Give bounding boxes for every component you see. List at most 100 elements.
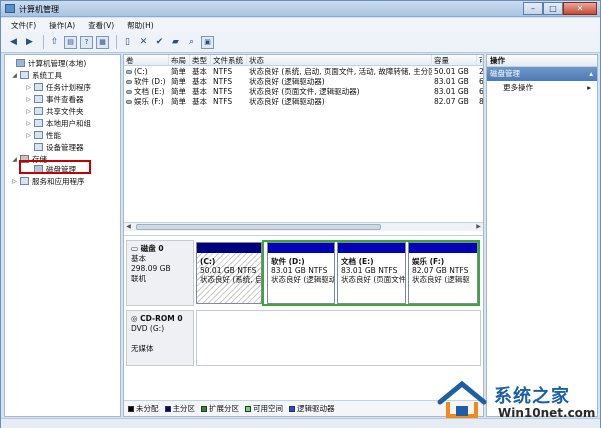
close-button[interactable]: ✕ — [563, 2, 597, 15]
users-icon — [34, 119, 43, 127]
column-header-volume[interactable]: 卷 — [124, 55, 169, 65]
disk0-type: 基本 — [131, 254, 146, 263]
show-hide-tree-icon[interactable]: ▤ — [64, 35, 77, 49]
menu-view[interactable]: 查看(V) — [88, 20, 114, 31]
legend-label: 可用空间 — [253, 404, 283, 413]
column-header-filesystem[interactable]: 文件系统 — [211, 55, 247, 65]
tree-item-label: 任务计划程序 — [46, 82, 91, 92]
volume-label: 娱乐 (F:) — [134, 96, 164, 106]
cdrom-info[interactable]: ◎ CD-ROM 0 DVD (G:) 无媒体 — [126, 310, 194, 366]
legend-swatch — [164, 405, 171, 412]
shared-folder-icon — [34, 107, 43, 115]
partition-text: 软件 (D:) 83.01 GB NTFS 状态良好 (逻辑驱动器 — [268, 253, 334, 284]
tree-item-label: 共享文件夹 — [46, 106, 84, 116]
tree-item-performance[interactable]: ▷ 性能 — [25, 129, 61, 141]
properties-icon[interactable]: ▦ — [96, 35, 109, 49]
column-header-layout[interactable]: 布局 — [169, 55, 190, 65]
menu-action[interactable]: 操作(A) — [49, 20, 75, 31]
table-row[interactable]: 文档 (E:) 简单 基本 NTFS 状态良好 (页面文件, 逻辑驱动器) 83… — [124, 86, 483, 96]
tree-item-shared-folders[interactable]: ▷ 共享文件夹 — [25, 105, 84, 117]
legend-swatch — [128, 405, 134, 412]
help-icon[interactable]: ? — [80, 35, 93, 49]
menu-help[interactable]: 帮助(H) — [127, 20, 154, 31]
partition-bar — [268, 243, 334, 253]
expand-icon[interactable]: ▷ — [11, 178, 18, 185]
tree-item-task-scheduler[interactable]: ▷ 任务计划程序 — [25, 81, 91, 93]
column-header-capacity[interactable]: 容量 — [432, 55, 477, 65]
title-bar[interactable]: 计算机管理 – □ ✕ — [1, 1, 600, 17]
legend-item: 主分区 — [164, 403, 195, 414]
actions-header: 操作 — [487, 55, 597, 67]
tree-item-label: 性能 — [46, 130, 61, 140]
tree-item-event-viewer[interactable]: ▷ 事件查看器 — [25, 93, 84, 105]
expand-icon[interactable]: ▷ — [25, 84, 32, 91]
volume-capacity: 82.07 GB — [434, 96, 469, 106]
horizontal-scrollbar[interactable]: ◀ ▶ — [124, 222, 483, 231]
disk-icon[interactable]: ▣ — [201, 35, 214, 49]
expand-icon[interactable]: ▷ — [25, 120, 32, 127]
watermark-brand: 系统之家 — [494, 386, 570, 407]
column-header-status[interactable]: 状态 — [247, 55, 432, 65]
partition-status: 状态良好 (逻辑驱动器 — [271, 275, 334, 284]
volume-list-header: 卷 布局 类型 文件系统 状态 容量 可 — [124, 55, 483, 66]
partition-text: 文档 (E:) 83.01 GB NTFS 状态良好 (页面文件 — [338, 253, 405, 284]
up-folder-icon[interactable]: ⇧ — [48, 36, 61, 49]
expand-icon[interactable]: ◢ — [11, 72, 18, 79]
maximize-button[interactable]: □ — [543, 2, 563, 15]
partition-body: (C:) 50.01 GB NTFS 状态良好 (系统, 启 — [197, 253, 261, 303]
more-actions-item[interactable]: 更多操作 ▸ — [487, 81, 597, 94]
cdrom-name-label: CD-ROM 0 — [140, 314, 183, 323]
column-header-type[interactable]: 类型 — [190, 55, 211, 65]
expand-icon[interactable]: ▷ — [25, 132, 32, 139]
event-viewer-icon — [34, 95, 43, 103]
expand-icon[interactable]: ◢ — [11, 156, 18, 163]
disk0-name-label: 磁盘 0 — [140, 244, 164, 253]
expand-icon[interactable]: ▷ — [25, 108, 32, 115]
open-folder-icon[interactable]: ▰ — [169, 36, 182, 49]
partition-c[interactable]: (C:) 50.01 GB NTFS 状态良好 (系统, 启 — [196, 242, 262, 304]
table-row[interactable]: 娱乐 (F:) 简单 基本 NTFS 状态良好 (逻辑驱动器) 82.07 GB… — [124, 96, 483, 106]
table-row[interactable]: 软件 (D:) 简单 基本 NTFS 状态良好 (逻辑驱动器) 83.01 GB… — [124, 76, 483, 86]
cdrom-empty-area[interactable] — [196, 310, 481, 366]
disk0-info[interactable]: ▭ 磁盘 0 基本 298.09 GB 联机 — [126, 240, 194, 306]
partition-e[interactable]: 文档 (E:) 83.01 GB NTFS 状态良好 (页面文件 — [337, 242, 406, 304]
column-header-free[interactable]: 可 — [477, 55, 483, 65]
drive-icon — [126, 79, 132, 84]
actions-section-disk-management[interactable]: 磁盘管理 ▴ — [487, 67, 597, 81]
check-icon[interactable]: ✔ — [153, 36, 166, 49]
toolbar: ◀ ▶ ⇧ ▤ ? ▦ ▯ ✕ ✔ ▰ ⌕ ▣ — [1, 32, 600, 53]
volume-free: 8 — [479, 96, 483, 106]
volume-capacity: 83.01 GB — [434, 76, 469, 86]
back-icon[interactable]: ◀ — [7, 36, 20, 49]
minimize-button[interactable]: – — [523, 2, 543, 15]
tree-item-label: 事件查看器 — [46, 94, 84, 104]
collapse-icon[interactable]: ▴ — [589, 67, 593, 81]
house-logo-icon — [437, 380, 487, 418]
tree-item-system-tools[interactable]: ◢ 系统工具 — [11, 69, 62, 81]
tree-item-computer-management[interactable]: 计算机管理(本地) — [7, 57, 86, 69]
tree-item-local-users[interactable]: ▷ 本地用户和组 — [25, 117, 91, 129]
partition-d[interactable]: 软件 (D:) 83.01 GB NTFS 状态良好 (逻辑驱动器 — [267, 242, 335, 304]
expand-icon[interactable]: ▷ — [25, 96, 32, 103]
scroll-right-icon[interactable]: ▶ — [474, 223, 483, 231]
partition-f[interactable]: 娱乐 (F:) 82.07 GB NTFS 状态良好 (逻辑驱 — [408, 242, 478, 304]
clock-icon — [34, 83, 43, 91]
tree-item-label: 设备管理器 — [46, 142, 84, 152]
disk0-name: ▭ 磁盘 0 — [131, 244, 189, 254]
delete-icon[interactable]: ✕ — [137, 36, 150, 49]
volume-label: 软件 (D:) — [134, 76, 166, 86]
forward-icon[interactable]: ▶ — [23, 36, 36, 49]
tree-item-services-apps[interactable]: ▷ 服务和应用程序 — [11, 175, 84, 187]
scrollbar-thumb[interactable] — [136, 224, 381, 230]
document-icon[interactable]: ▯ — [121, 36, 134, 49]
search-icon[interactable]: ⌕ — [185, 36, 198, 49]
volume-filesystem: NTFS — [213, 96, 233, 106]
scroll-left-icon[interactable]: ◀ — [124, 223, 133, 231]
drive-icon — [126, 89, 132, 94]
tree-item-device-manager[interactable]: 设备管理器 — [25, 141, 84, 153]
volume-name: (C:) — [124, 67, 169, 76]
menu-file[interactable]: 文件(F) — [11, 20, 36, 31]
volume-free: 2 — [479, 66, 483, 76]
table-row[interactable]: (C:) 简单 基本 NTFS 状态良好 (系统, 启动, 页面文件, 活动, … — [124, 66, 483, 76]
volume-label: (C:) — [134, 66, 148, 76]
